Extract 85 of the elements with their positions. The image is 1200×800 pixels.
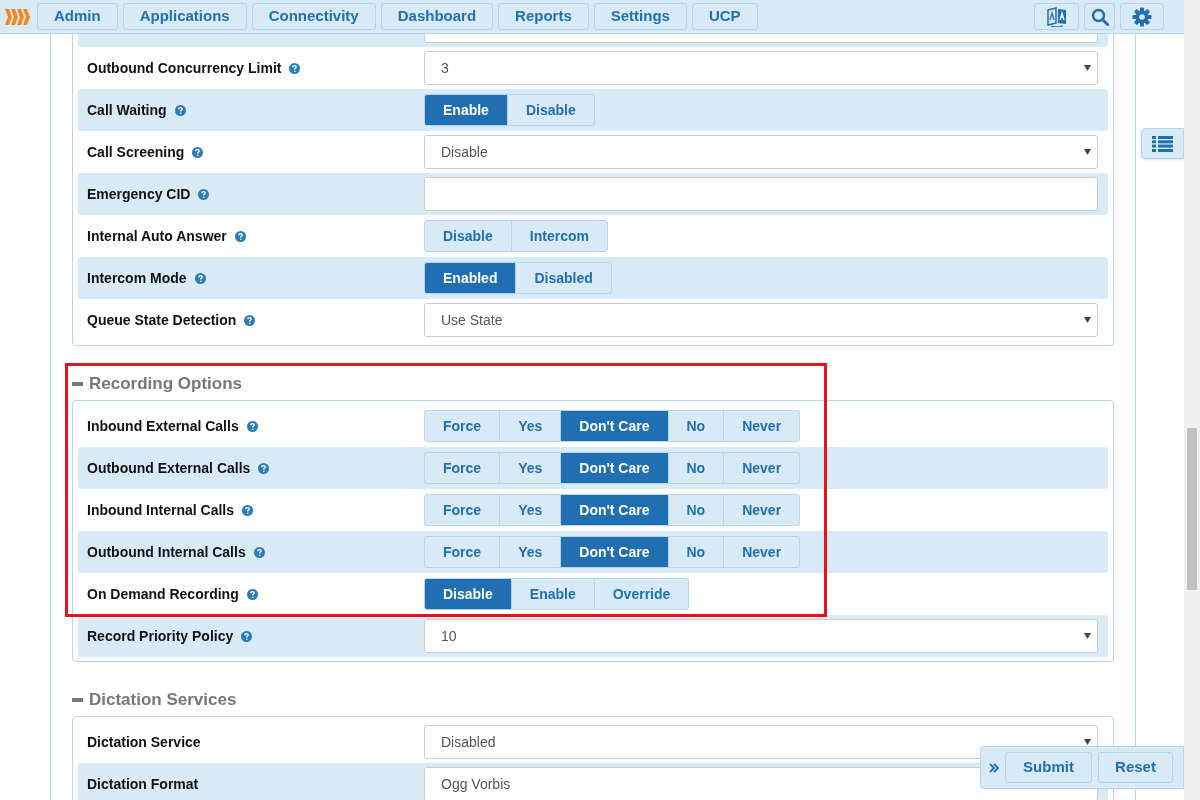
option-button[interactable]: Never [723,452,801,484]
help-icon[interactable] [234,230,246,242]
field-label: Intercom Mode [87,268,187,288]
section-title: Recording Options [89,373,242,396]
option-button[interactable]: No [667,494,725,526]
field-label: Emergency CID [87,184,191,204]
dropdown[interactable]: 10 [424,619,1098,653]
option-button[interactable]: Enabled [424,262,517,294]
nav-menu-button[interactable]: Settings [593,3,687,30]
reset-button[interactable]: Reset [1098,752,1173,783]
input-field[interactable] [424,177,1098,211]
help-icon[interactable] [246,588,258,600]
dropdown[interactable]: Disable [424,135,1098,169]
help-icon[interactable] [242,504,253,516]
field-label: Dictation Format [87,774,199,794]
field-label: Internal Auto Answer [87,226,227,246]
submit-button[interactable]: Submit [1005,752,1092,783]
option-button[interactable]: Don't Care [560,536,669,568]
list-toggle-button[interactable] [1141,128,1184,159]
help-icon[interactable] [289,62,301,74]
translate-icon[interactable] [1034,3,1079,30]
option-button[interactable]: Never [723,410,801,442]
dropdown[interactable]: 3 [424,51,1098,85]
option-button[interactable]: Yes [499,494,562,526]
help-icon[interactable] [194,272,206,284]
section-title: Dictation Services [89,689,237,712]
option-button[interactable]: Disable [424,578,512,610]
option-button[interactable]: Disable [424,220,512,252]
nav-menu-button[interactable]: Admin [37,3,118,30]
option-button[interactable]: Yes [499,536,562,568]
help-icon[interactable] [241,630,253,642]
nav-menu-button[interactable]: Applications [122,3,247,30]
help-icon[interactable] [174,104,186,116]
option-button[interactable]: Force [424,410,501,442]
double-chevron-icon[interactable] [989,762,999,773]
settings-icon[interactable] [1120,3,1164,30]
option-button[interactable]: Don't Care [560,410,669,442]
option-button[interactable]: Never [723,494,801,526]
option-button[interactable]: Intercom [510,220,608,252]
nav-menu-button[interactable]: Reports [498,3,589,30]
dropdown[interactable]: Disabled [424,725,1098,759]
option-button[interactable]: No [667,452,725,484]
help-icon[interactable] [258,462,270,474]
field-label: Outbound Internal Calls [87,542,246,562]
search-icon[interactable] [1084,3,1115,30]
help-icon[interactable] [253,546,265,558]
field-label: Inbound Internal Calls [87,500,234,520]
help-icon[interactable] [192,146,204,158]
caret-icon [1084,633,1091,639]
field-label: Outbound Concurrency Limit [87,58,282,78]
field-label: Call Screening [87,142,185,162]
nav-menu-button[interactable]: UCP [691,3,758,30]
caret-icon [1084,65,1091,71]
field-label: On Demand Recording [87,584,239,604]
field-label: Record Priority Policy [87,626,234,646]
caret-icon [1084,317,1091,323]
option-button[interactable]: Don't Care [560,452,669,484]
list-icon [1152,135,1173,152]
option-button[interactable]: Don't Care [560,494,669,526]
nav-menu-button[interactable]: Dashboard [380,3,494,30]
field-label: Queue State Detection [87,310,237,330]
option-button[interactable]: Never [723,536,801,568]
option-button[interactable]: Enable [510,578,595,610]
logo-icon [4,6,30,27]
caret-icon [1084,149,1091,155]
help-icon[interactable] [246,420,258,432]
field-label: Dictation Service [87,732,201,752]
option-button[interactable]: Force [424,536,501,568]
nav-menu-button[interactable]: Connectivity [251,3,376,30]
option-button[interactable]: Force [424,452,501,484]
field-label: Outbound External Calls [87,458,251,478]
option-button[interactable]: No [667,410,725,442]
option-button[interactable]: Override [593,578,690,610]
option-button[interactable]: Disable [506,94,595,126]
option-button[interactable]: Force [424,494,501,526]
option-button[interactable]: Yes [499,452,562,484]
dropdown[interactable]: Use State [424,303,1098,337]
help-icon[interactable] [244,314,256,326]
option-button[interactable]: No [667,536,725,568]
option-button[interactable]: Disabled [515,262,612,294]
option-button[interactable]: Enable [424,94,508,126]
help-icon[interactable] [198,188,210,200]
option-button[interactable]: Yes [499,410,562,442]
field-label: Inbound External Calls [87,416,239,436]
field-label: Call Waiting [87,100,167,120]
